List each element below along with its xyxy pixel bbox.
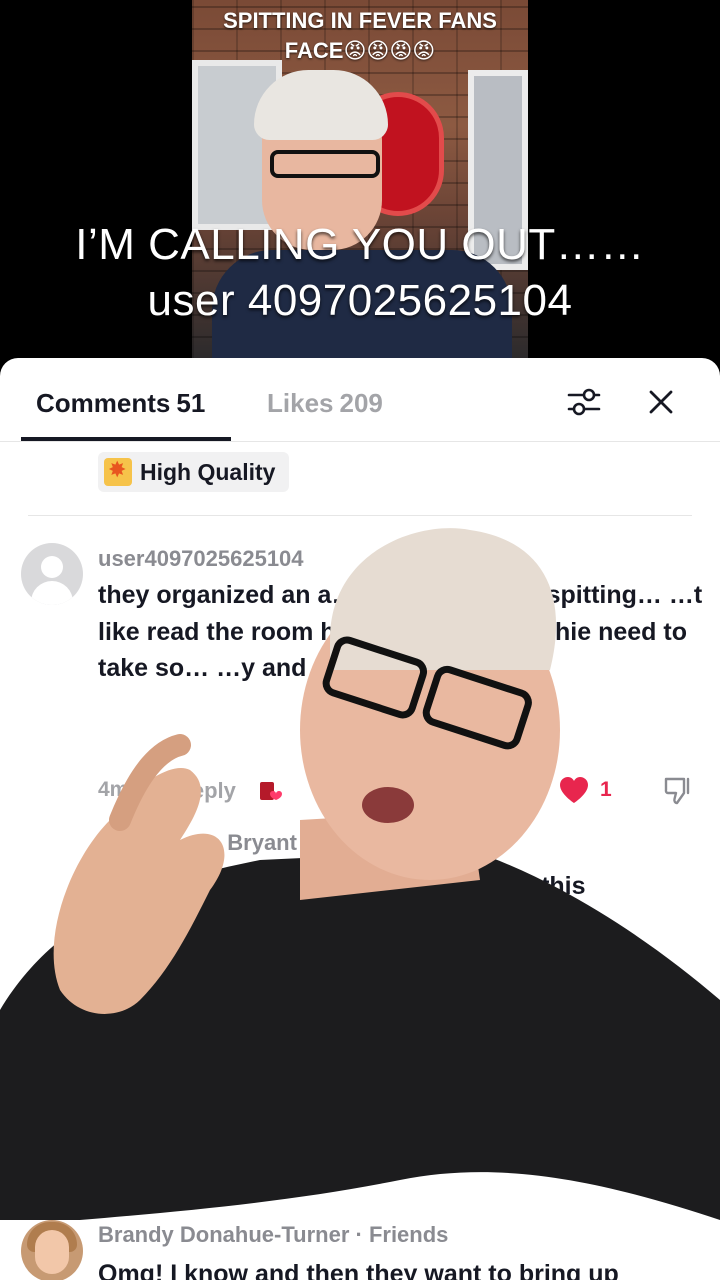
overlay-title-line2: user 4097025625104	[147, 276, 573, 325]
tab-comments-label: Comments	[36, 388, 171, 418]
gift-icon[interactable]	[256, 776, 286, 806]
filter-icon[interactable]	[564, 382, 604, 422]
tab-comments-count: 51	[176, 388, 206, 418]
avatar-body-shape	[31, 581, 73, 605]
avatar[interactable]	[21, 543, 83, 605]
like-count: 1	[600, 778, 612, 801]
close-icon[interactable]	[641, 382, 681, 422]
tab-comments[interactable]: Comments 51	[36, 388, 205, 419]
high-quality-badge[interactable]: High Quality	[98, 452, 290, 492]
active-tab-indicator	[21, 437, 231, 441]
avatar-head-shape	[41, 556, 63, 578]
avatar[interactable]	[21, 1220, 83, 1280]
avatar-face-shape	[35, 1230, 69, 1274]
comment-username[interactable]: …arla Bryant	[160, 830, 297, 856]
divider	[28, 515, 692, 516]
comments-sheet: Comments51 Likes209 High Quality	[0, 358, 720, 1280]
high-quality-label: High Quality	[140, 458, 276, 485]
reply-button[interactable]: Reply	[248, 1171, 308, 1197]
person-glasses	[270, 150, 380, 178]
comment-text: Omg! I know and then they want to bring …	[98, 1260, 619, 1280]
tab-likes-count: 209	[339, 388, 383, 418]
reply-button[interactable]: Reply	[176, 778, 236, 804]
sparkle-icon	[104, 457, 132, 486]
comment-username[interactable]: Brandy Donahue-Turner · Friends	[98, 1222, 448, 1248]
comment-timestamp: 4m	[98, 778, 129, 801]
like-button[interactable]: 1	[558, 775, 612, 805]
dislike-icon[interactable]	[662, 775, 694, 807]
comment-text: they organized an a… Not condoning spitt…	[98, 581, 703, 682]
comment-text: …f the spitting is … Fever nir … with th…	[98, 872, 586, 900]
comment-username[interactable]: user4097025625104	[98, 546, 304, 572]
heart-icon	[560, 777, 588, 803]
tab-bar: Comments 51 Likes 209	[0, 358, 720, 442]
tab-likes-label: Likes	[267, 388, 334, 418]
tab-likes[interactable]: Likes 209	[267, 388, 383, 419]
overlay-title-line1: I’M CALLING YOU OUT……	[75, 220, 645, 269]
video-caption: SPITTING IN FEVER FANS FACE😡😡😡😡	[223, 8, 497, 63]
